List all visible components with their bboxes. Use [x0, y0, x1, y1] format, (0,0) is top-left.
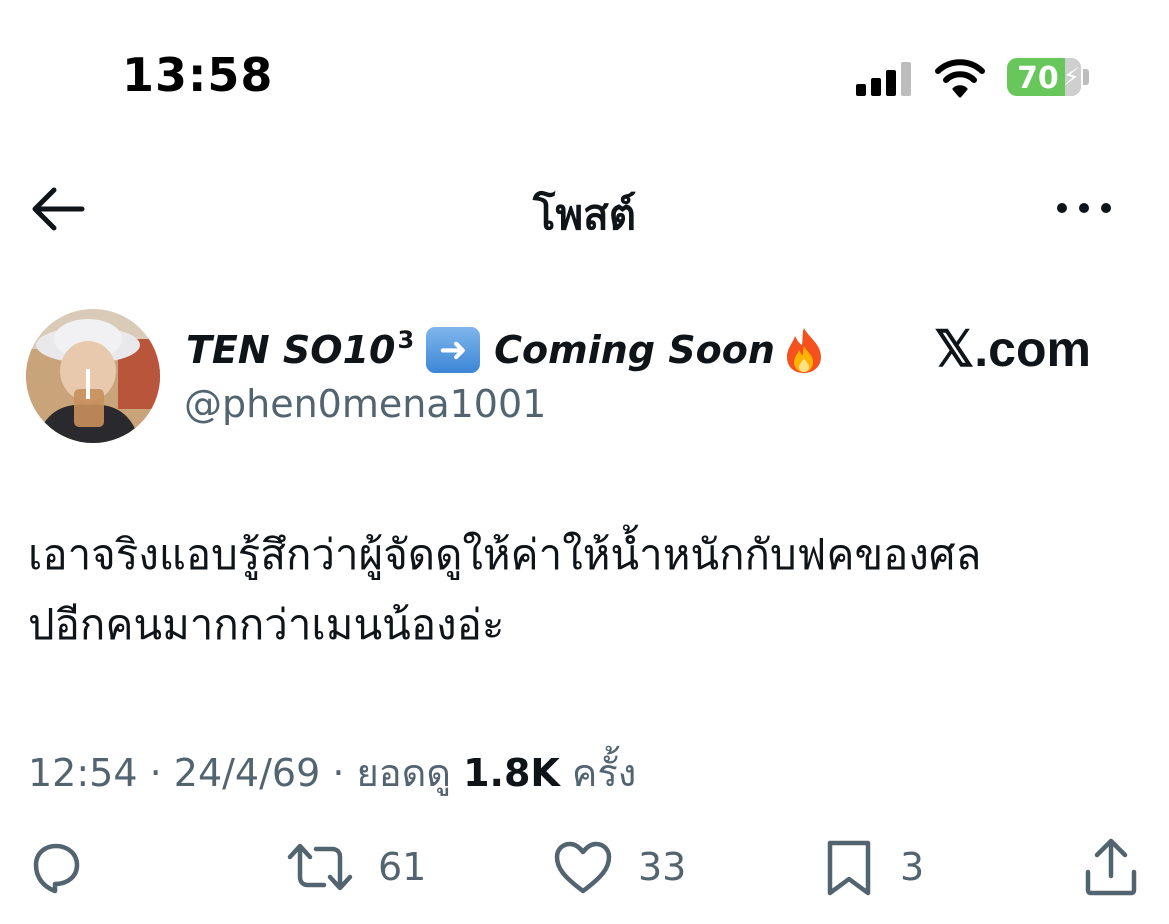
- display-name-superscript: 3: [397, 326, 415, 354]
- charging-bolt-icon: ⚡: [1063, 63, 1080, 91]
- bookmark-count: 3: [900, 845, 925, 889]
- status-bar: 13:58 70 ⚡: [0, 0, 1169, 140]
- share-icon: [1085, 838, 1137, 896]
- page-title: โพสต์: [532, 190, 637, 239]
- post-date: 24/4/69: [173, 751, 321, 795]
- share-button[interactable]: [1082, 832, 1140, 902]
- more-horizontal-icon: [1057, 203, 1111, 213]
- bookmark-icon: [827, 840, 871, 896]
- avatar[interactable]: [26, 309, 160, 443]
- bookmark-button[interactable]: 3: [822, 832, 924, 902]
- display-name-text: TEN SO10: [186, 328, 396, 372]
- signal-icon: [856, 60, 912, 96]
- battery-level: 70: [1017, 61, 1059, 96]
- post-text-line: เอาจริงแอบรู้สึกว่าผู้จัดดูให้ค่าให้น้ำห…: [28, 530, 982, 579]
- post-action-bar: 61 33 3: [0, 832, 1169, 912]
- post-time: 12:54: [28, 751, 138, 795]
- like-count: 33: [638, 845, 687, 889]
- post-meta: 12:54 · 24/4/69 · ยอดดู 1.8K ครั้ง: [28, 742, 636, 803]
- right-arrow-emoji-icon: ➜: [426, 327, 481, 373]
- meta-separator: ·: [137, 751, 174, 795]
- display-name-suffix: Coming Soon: [494, 328, 775, 372]
- more-button[interactable]: [1052, 186, 1116, 230]
- like-button[interactable]: 33: [552, 832, 686, 902]
- x-com-watermark: 𝕏.com: [934, 321, 1091, 377]
- battery-cap: [1083, 69, 1089, 85]
- battery-icon: 70 ⚡: [1007, 58, 1081, 96]
- nav-bar: โพสต์: [0, 160, 1169, 260]
- wifi-icon: [934, 56, 986, 98]
- user-handle[interactable]: @phen0mena1001: [184, 382, 546, 426]
- post-author: TEN SO10 3 ➜ Coming Soon @phen0mena1001 𝕏…: [0, 300, 1169, 460]
- status-time: 13:58: [122, 48, 274, 102]
- post-text: เอาจริงแอบรู้สึกว่าผู้จัดดูให้ค่าให้น้ำห…: [28, 520, 1148, 660]
- views-count[interactable]: 1.8K: [463, 751, 560, 795]
- heart-icon: [554, 841, 612, 894]
- repost-icon: [287, 843, 353, 891]
- fire-emoji-icon: [781, 326, 827, 374]
- reply-button[interactable]: [26, 832, 86, 902]
- meta-separator: ·: [320, 751, 357, 795]
- reply-icon: [33, 843, 80, 894]
- views-label: ยอดดู: [356, 751, 451, 795]
- display-name[interactable]: TEN SO10 3 ➜ Coming Soon: [186, 326, 827, 374]
- post-text-line: ปอีกคนมากกว่าเมนน้องอ่ะ: [28, 600, 505, 649]
- repost-count: 61: [378, 845, 427, 889]
- views-suffix: ครั้ง: [571, 751, 637, 795]
- repost-button[interactable]: 61: [286, 832, 426, 902]
